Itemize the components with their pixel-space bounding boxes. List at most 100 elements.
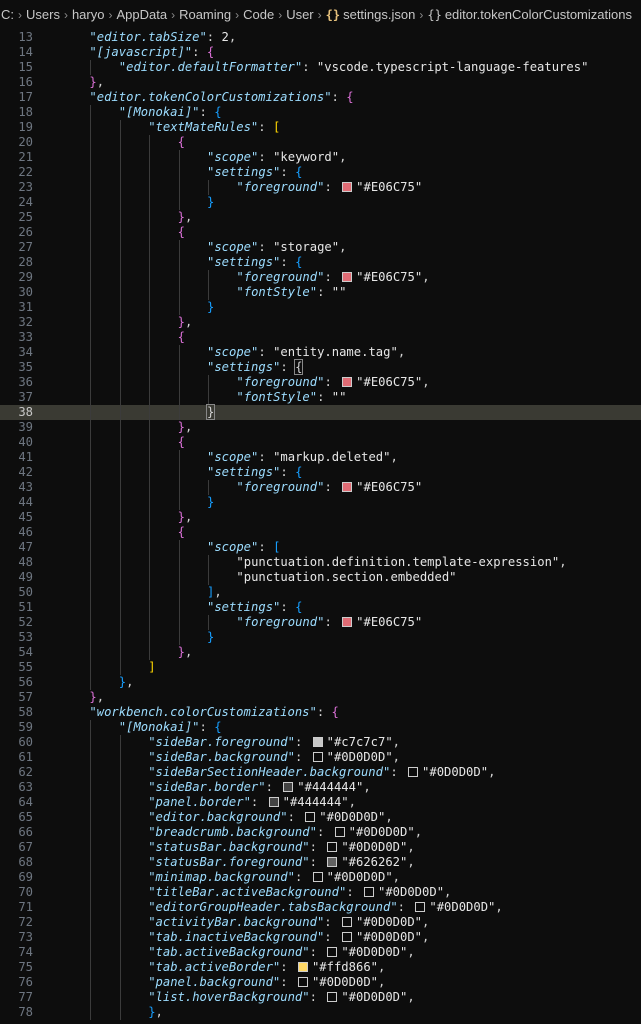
color-swatch[interactable] [312,872,323,882]
color-swatch[interactable] [312,752,323,762]
code-line[interactable]: 57}, [0,690,641,705]
color-swatch[interactable] [327,992,338,1002]
code-line[interactable]: 41 "scope": "markup.deleted", [0,450,641,465]
code-line[interactable]: 18 "[Monokai]": { [0,105,641,120]
code-line[interactable]: 76 "panel.background": "#0D0D0D", [0,975,641,990]
code-line[interactable]: 44} [0,495,641,510]
color-swatch[interactable] [342,617,353,627]
code-line[interactable]: 43 "foreground": "#E06C75" [0,480,641,495]
code-line[interactable]: 19 "textMateRules": [ [0,120,641,135]
code-line[interactable]: 74 "tab.activeBackground": "#0D0D0D", [0,945,641,960]
code-line[interactable]: 20 { [0,135,641,150]
code-line[interactable]: 45}, [0,510,641,525]
code-line[interactable]: 28 "settings": { [0,255,641,270]
code-line[interactable]: 26 { [0,225,641,240]
code-line[interactable]: 27 "scope": "storage", [0,240,641,255]
code-line[interactable]: 77 "list.hoverBackground": "#0D0D0D", [0,990,641,1005]
code-line[interactable]: 78}, [0,1005,641,1020]
code-line[interactable]: 69 "minimap.background": "#0D0D0D", [0,870,641,885]
code-line[interactable]: 39}, [0,420,641,435]
code-line[interactable]: 75 "tab.activeBorder": "#ffd866", [0,960,641,975]
code-line[interactable]: 36 "foreground": "#E06C75", [0,375,641,390]
color-swatch[interactable] [342,377,353,387]
code-line[interactable]: 46 { [0,525,641,540]
color-swatch[interactable] [305,812,316,822]
color-swatch[interactable] [342,482,353,492]
breadcrumb-folder[interactable]: Code [242,0,275,30]
json-key: "scope" [207,450,259,464]
code-line[interactable]: 37 "fontStyle": "" [0,390,641,405]
code-line[interactable]: 61 "sideBar.background": "#0D0D0D", [0,750,641,765]
code-line[interactable]: 47 "scope": [ [0,540,641,555]
color-swatch[interactable] [342,272,353,282]
code-line[interactable]: 14 "[javascript]": { [0,45,641,60]
color-swatch[interactable] [341,932,352,942]
code-line[interactable]: 30 "fontStyle": "" [0,285,641,300]
breadcrumb-folder[interactable]: Roaming [178,0,232,30]
code-line[interactable]: 23 "foreground": "#E06C75" [0,180,641,195]
code-line[interactable]: 38} [0,404,641,420]
code-line[interactable]: 70 "titleBar.activeBackground": "#0D0D0D"… [0,885,641,900]
code-line[interactable]: 67 "statusBar.background": "#0D0D0D", [0,840,641,855]
code-line[interactable]: 42 "settings": { [0,465,641,480]
code-line[interactable]: 34 "scope": "entity.name.tag", [0,345,641,360]
breadcrumb-symbol[interactable]: {} editor.tokenColorCustomizations [426,0,633,30]
code-line[interactable]: 62 "sideBarSectionHeader.background": "#0… [0,765,641,780]
code-line[interactable]: 65 "editor.background": "#0D0D0D", [0,810,641,825]
color-swatch[interactable] [268,797,279,807]
code-line[interactable]: 15 "editor.defaultFormatter": "vscode.typ… [0,60,641,75]
color-swatch[interactable] [364,887,374,897]
breadcrumb-folder[interactable]: Users [25,0,61,30]
color-swatch[interactable] [312,737,323,747]
code-line[interactable]: 22 "settings": { [0,165,641,180]
color-swatch[interactable] [297,977,308,987]
breadcrumb-folder[interactable]: User [285,0,314,30]
color-swatch[interactable] [327,842,338,852]
code-line[interactable]: 55] [0,660,641,675]
color-swatch[interactable] [341,917,352,927]
code-line[interactable]: 17 "editor.tokenColorCustomizations": { [0,90,641,105]
code-line[interactable]: 60 "sideBar.foreground": "#c7c7c7", [0,735,641,750]
code-line[interactable]: 64 "panel.border": "#444444", [0,795,641,810]
code-line[interactable]: 71 "editorGroupHeader.tabsBackground": "#… [0,900,641,915]
code-line[interactable]: 13 "editor.tabSize": 2, [0,30,641,45]
code-line[interactable]: 54}, [0,645,641,660]
code-line[interactable]: 16}, [0,75,641,90]
code-line[interactable]: 21 "scope": "keyword", [0,150,641,165]
code-line[interactable]: 51 "settings": { [0,600,641,615]
code-line[interactable]: 56}, [0,675,641,690]
code-line[interactable]: 50], [0,585,641,600]
code-line[interactable]: 66 "breadcrumb.background": "#0D0D0D", [0,825,641,840]
breadcrumb-folder[interactable]: haryo [71,0,106,30]
code-line[interactable]: 52 "foreground": "#E06C75" [0,615,641,630]
code-line[interactable]: 49 "punctuation.section.embedded" [0,570,641,585]
color-swatch[interactable] [408,767,419,777]
code-line[interactable]: 53} [0,630,641,645]
color-swatch[interactable] [283,782,294,792]
code-line[interactable]: 73 "tab.inactiveBackground": "#0D0D0D", [0,930,641,945]
code-line[interactable]: 24} [0,195,641,210]
code-line[interactable]: 25}, [0,210,641,225]
code-line[interactable]: 40 { [0,435,641,450]
breadcrumb-file[interactable]: {} settings.json [325,0,417,30]
breadcrumb-folder[interactable]: AppData [115,0,168,30]
color-swatch[interactable] [415,902,426,912]
code-line[interactable]: 72 "activityBar.background": "#0D0D0D", [0,915,641,930]
code-line[interactable]: 29 "foreground": "#E06C75", [0,270,641,285]
color-swatch[interactable] [342,182,353,192]
code-line[interactable]: 32}, [0,315,641,330]
breadcrumb-drive[interactable]: C: [0,0,15,30]
code-editor[interactable]: 13 "editor.tabSize": 2, 14 "[javascript]": … [0,30,641,1024]
code-line[interactable]: 35 "settings": { [0,359,641,375]
code-line[interactable]: 63 "sideBar.border": "#444444", [0,780,641,795]
code-line[interactable]: 58 "workbench.colorCustomizations": { [0,705,641,720]
code-line[interactable]: 68 "statusBar.foreground": "#626262", [0,855,641,870]
color-swatch[interactable] [327,947,338,957]
color-swatch[interactable] [334,827,345,837]
color-swatch[interactable] [297,962,308,972]
code-line[interactable]: 33 { [0,330,641,345]
color-swatch[interactable] [327,857,338,867]
code-line[interactable]: 48 "punctuation.definition.template-expre… [0,555,641,570]
code-line[interactable]: 59 "[Monokai]": { [0,720,641,735]
code-line[interactable]: 31} [0,300,641,315]
